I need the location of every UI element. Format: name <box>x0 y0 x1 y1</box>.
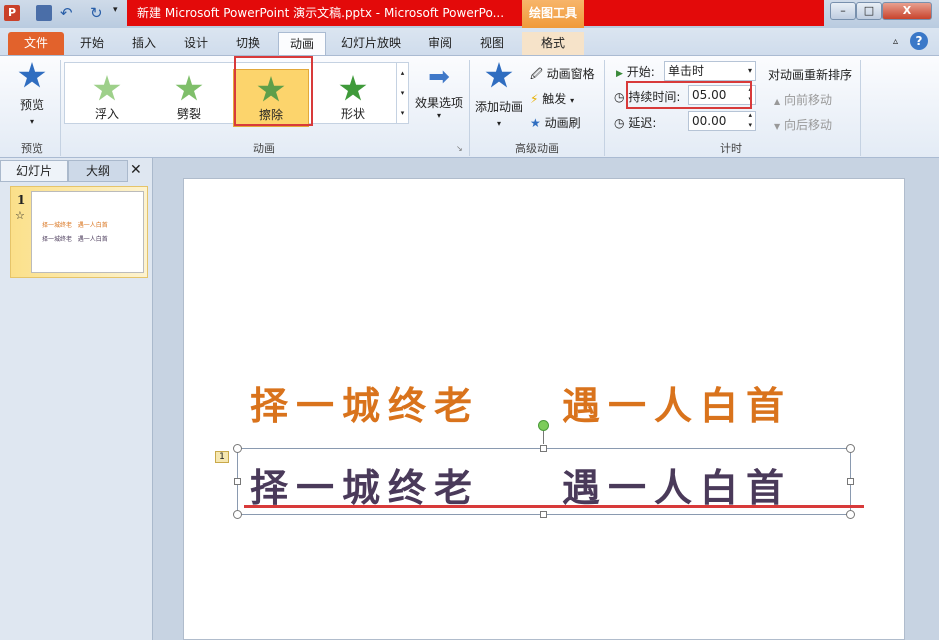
reorder-title: 对动画重新排序 <box>768 68 853 82</box>
tab-animations[interactable]: 动画 <box>278 32 326 56</box>
undo-icon[interactable]: ↶ <box>60 5 76 21</box>
painter-star-icon: ★ <box>530 116 541 130</box>
trigger-label: 触发 <box>542 92 567 106</box>
ribbon-tabs: 文件 开始 插入 设计 切换 动画 幻灯片放映 审阅 视图 格式 ▵ ? <box>0 28 939 56</box>
slides-panel: 幻灯片 大纲 ✕ 1 ☆ 择一城终老 遇一人白首 择一城终老 遇一人白首 <box>0 158 153 640</box>
effect-options-label: 效果选项 <box>414 96 463 110</box>
slide-thumbnail-1[interactable]: 1 ☆ 择一城终老 遇一人白首 择一城终老 遇一人白首 <box>10 186 148 278</box>
move-earlier-label: 向前移动 <box>783 93 832 107</box>
play-icon: ▶ <box>616 69 623 79</box>
highlight-box-wipe <box>234 56 313 126</box>
clock-icon: ◷ <box>614 116 625 130</box>
animation-marker-icon: ☆ <box>15 209 25 222</box>
slide-canvas[interactable]: 择一城终老 遇一人白首 择一城终老 遇一人白首 1 <box>183 178 905 640</box>
save-icon[interactable] <box>36 5 52 21</box>
thumb-line-2: 择一城终老 遇一人白首 <box>42 236 108 243</box>
add-animation-button[interactable]: 添加动画 ▾ <box>472 62 526 128</box>
lightning-icon: ⚡ <box>530 92 539 106</box>
animation-painter-button[interactable]: ★ 动画刷 <box>530 114 581 131</box>
animation-label: 形状 <box>340 107 365 121</box>
highlight-box-duration <box>626 81 752 109</box>
tab-design[interactable]: 设计 <box>174 32 218 56</box>
ribbon: 预览 ▾ 预览 浮入 劈裂 擦除 形状 ▴ ▾ ▾ ➡ 效果选项 ▾ 动画 ↘ 添加… <box>0 55 939 158</box>
animation-label: 浮入 <box>94 107 119 121</box>
group-label-timing: 计时 <box>720 142 742 155</box>
customize-toolbar-icon[interactable]: ▾ <box>113 5 123 21</box>
redo-icon[interactable]: ↻ <box>90 5 106 21</box>
tab-review[interactable]: 审阅 <box>418 32 462 56</box>
body-text-right: 遇一人白首 <box>562 465 793 510</box>
group-label-animation: 动画 <box>253 142 275 155</box>
collapse-ribbon-icon[interactable]: ▵ <box>893 36 898 47</box>
animation-pane-icon: 🖉 <box>530 67 543 81</box>
tab-transitions[interactable]: 切换 <box>226 32 270 56</box>
tab-slides[interactable]: 幻灯片 <box>0 160 68 182</box>
maximize-button[interactable]: □ <box>856 2 882 20</box>
delay-input[interactable]: 00.00 ▴ ▾ <box>688 111 756 131</box>
tab-view[interactable]: 视图 <box>470 32 514 56</box>
minimize-button[interactable]: – <box>830 2 856 20</box>
add-animation-label: 添加动画 <box>474 100 523 114</box>
animation-fly-in[interactable]: 浮入 <box>69 69 145 127</box>
powerpoint-logo-icon: P <box>4 5 20 21</box>
move-later-button[interactable]: ▼ 向后移动 <box>774 116 832 133</box>
preview-label: 预览 <box>19 98 44 112</box>
start-dropdown[interactable]: 单击时 ▾ <box>664 61 756 81</box>
dialog-launcher-icon[interactable]: ↘ <box>456 144 463 153</box>
red-underline-annotation <box>244 505 864 508</box>
animation-pane-button[interactable]: 🖉 动画窗格 <box>530 65 595 86</box>
delay-label: 延迟: <box>628 116 657 130</box>
group-label-preview: 预览 <box>21 142 43 155</box>
window-title: 新建 Microsoft PowerPoint 演示文稿.pptx - Micr… <box>127 0 522 26</box>
tab-format[interactable]: 格式 <box>522 32 584 56</box>
tab-slideshow[interactable]: 幻灯片放映 <box>334 32 408 56</box>
animation-pane-label: 动画窗格 <box>546 67 595 81</box>
animation-shape[interactable]: 形状 <box>315 69 391 127</box>
close-button[interactable]: X <box>882 2 932 20</box>
help-icon[interactable]: ? <box>910 32 928 50</box>
trigger-button[interactable]: ⚡ 触发 ▾ <box>530 90 574 107</box>
tab-outline[interactable]: 大纲 <box>68 160 128 182</box>
title-text-right: 遇一人白首 <box>562 383 793 428</box>
move-later-label: 向后移动 <box>783 118 832 132</box>
star-icon <box>339 75 367 101</box>
tab-file[interactable]: 文件 <box>8 32 64 56</box>
animation-painter-label: 动画刷 <box>544 116 581 130</box>
title-text-left: 择一城终老 <box>250 383 481 428</box>
close-panel-icon[interactable]: ✕ <box>130 162 142 178</box>
start-value: 单击时 <box>668 64 705 78</box>
animation-order-tag[interactable]: 1 <box>215 451 229 463</box>
slide-number: 1 <box>17 193 26 207</box>
tab-home[interactable]: 开始 <box>70 32 114 56</box>
star-icon <box>175 75 203 101</box>
thumb-line-1: 择一城终老 遇一人白首 <box>42 222 108 229</box>
gallery-scroll[interactable]: ▴ ▾ ▾ <box>396 63 408 123</box>
delay-value: 00.00 <box>692 114 727 128</box>
animation-label: 劈裂 <box>176 107 201 121</box>
rotation-handle[interactable] <box>538 420 549 431</box>
effect-options-button[interactable]: ➡ 效果选项 ▾ <box>410 64 468 120</box>
title-bar-fill <box>584 0 824 26</box>
arrow-right-icon: ➡ <box>428 62 450 92</box>
clock-icon: ◷ <box>614 90 625 104</box>
start-label: 开始: <box>626 65 655 79</box>
tab-insert[interactable]: 插入 <box>122 32 166 56</box>
preview-star-icon <box>18 62 46 88</box>
animation-split[interactable]: 劈裂 <box>151 69 227 127</box>
preview-button[interactable]: 预览 ▾ <box>10 62 54 126</box>
body-text-left: 择一城终老 <box>250 465 481 510</box>
star-icon <box>93 75 121 101</box>
move-earlier-button[interactable]: ▲ 向前移动 <box>774 91 832 108</box>
group-label-advanced: 高级动画 <box>515 142 559 155</box>
drawing-tools-context: 绘图工具 <box>522 0 584 28</box>
add-star-icon <box>485 62 513 88</box>
